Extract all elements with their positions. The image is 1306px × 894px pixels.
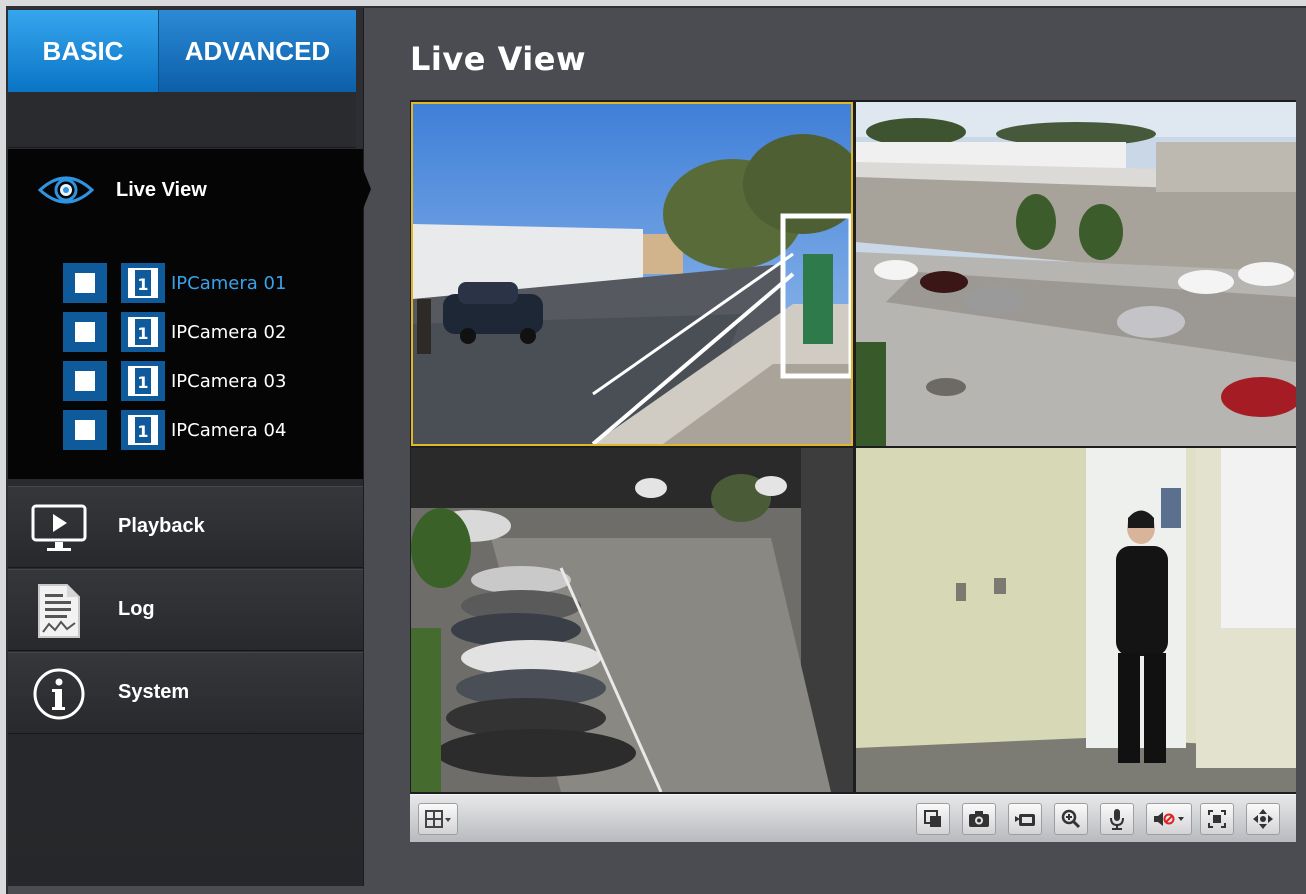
microphone-icon bbox=[1110, 809, 1124, 830]
camera-label: IPCamera 04 bbox=[171, 419, 287, 441]
film-icon: 1 bbox=[121, 312, 165, 352]
ptz-icon bbox=[1253, 809, 1273, 829]
camera-checkbox[interactable] bbox=[63, 410, 107, 450]
camera-view-4[interactable] bbox=[856, 448, 1296, 792]
sidebar-item-log[interactable]: Log bbox=[8, 569, 363, 651]
sidebar-item-system[interactable]: System bbox=[8, 652, 363, 734]
live-view-label: Live View bbox=[116, 178, 207, 201]
info-icon bbox=[30, 665, 88, 723]
camera-item[interactable]: 1 IPCamera 04 bbox=[63, 408, 286, 452]
camera-item[interactable]: 1 IPCamera 03 bbox=[63, 359, 286, 403]
view-toolbar bbox=[410, 794, 1296, 842]
layout-button[interactable] bbox=[418, 803, 458, 835]
camera-item[interactable]: 1 IPCamera 02 bbox=[63, 310, 286, 354]
camera-grid bbox=[410, 100, 1296, 794]
svg-text:1: 1 bbox=[137, 373, 148, 392]
camera-item[interactable]: 1 IPCamera 01 bbox=[63, 261, 286, 305]
camera-checkbox[interactable] bbox=[63, 263, 107, 303]
record-icon bbox=[1015, 814, 1035, 826]
camera-view-3[interactable] bbox=[411, 448, 853, 792]
layout-grid-icon bbox=[425, 810, 451, 828]
snapshot-icon bbox=[969, 811, 989, 827]
snapshot-button[interactable] bbox=[962, 803, 996, 835]
eye-icon bbox=[38, 176, 94, 204]
fit-screen-icon bbox=[1208, 810, 1226, 828]
mode-tabs: BASIC ADVANCED bbox=[8, 10, 356, 112]
monitor-play-icon bbox=[30, 499, 88, 557]
fit-screen-button[interactable] bbox=[1200, 803, 1234, 835]
film-icon: 1 bbox=[121, 410, 165, 450]
tab-basic[interactable]: BASIC bbox=[8, 10, 158, 92]
speaker-mute-icon bbox=[1154, 812, 1184, 826]
camera-view-2[interactable] bbox=[856, 102, 1296, 446]
zoom-button[interactable] bbox=[1054, 803, 1088, 835]
microphone-button[interactable] bbox=[1100, 803, 1134, 835]
page-title: Live View bbox=[410, 40, 586, 78]
svg-text:1: 1 bbox=[137, 422, 148, 441]
live-view-pointer bbox=[355, 149, 371, 229]
fullscreen-button[interactable] bbox=[916, 803, 950, 835]
tab-advanced[interactable]: ADVANCED bbox=[158, 10, 356, 92]
sidebar-item-label: Playback bbox=[118, 515, 205, 537]
camera-checkbox[interactable] bbox=[63, 361, 107, 401]
speaker-button[interactable] bbox=[1146, 803, 1192, 835]
svg-text:1: 1 bbox=[137, 275, 148, 294]
film-icon: 1 bbox=[121, 263, 165, 303]
svg-text:1: 1 bbox=[137, 324, 148, 343]
camera-checkbox[interactable] bbox=[63, 312, 107, 352]
sidebar-item-live-view[interactable]: Live View bbox=[38, 169, 207, 211]
sidebar-item-playback[interactable]: Playback bbox=[8, 486, 363, 568]
fullscreen-icon bbox=[924, 810, 941, 827]
tab-underbar bbox=[8, 92, 356, 148]
film-icon: 1 bbox=[121, 361, 165, 401]
camera-label: IPCamera 01 bbox=[171, 272, 287, 294]
sidebar-item-label: Log bbox=[118, 598, 155, 620]
sidebar-item-label: System bbox=[118, 681, 190, 703]
camera-view-1[interactable] bbox=[411, 102, 853, 446]
camera-label: IPCamera 03 bbox=[171, 370, 287, 392]
ptz-button[interactable] bbox=[1246, 803, 1280, 835]
record-button[interactable] bbox=[1008, 803, 1042, 835]
live-view-section: Live View 1 IPCamera 01 1 IPCamera 02 1 … bbox=[8, 149, 363, 479]
zoom-icon bbox=[1061, 809, 1081, 829]
log-document-icon bbox=[30, 582, 88, 640]
camera-label: IPCamera 02 bbox=[171, 321, 287, 343]
